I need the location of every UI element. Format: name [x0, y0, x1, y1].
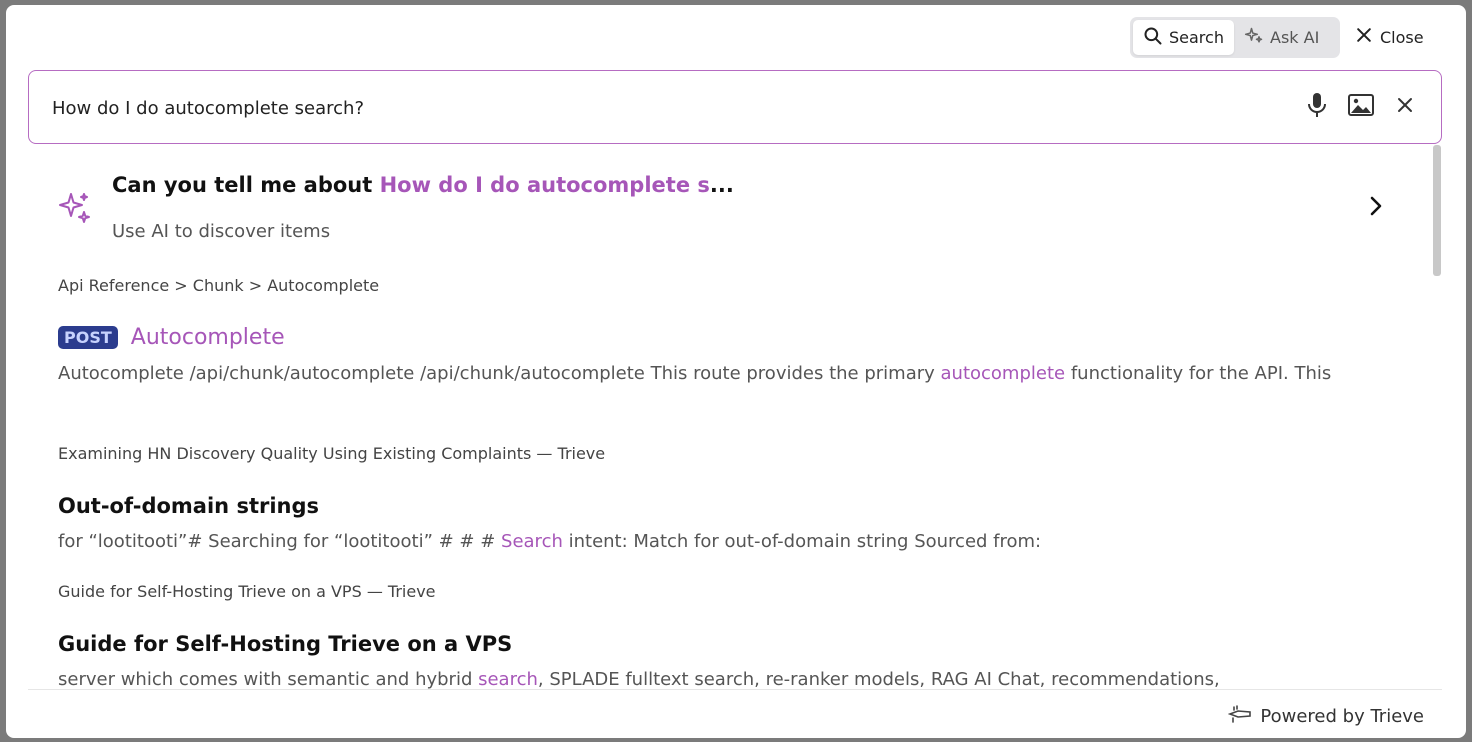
search-box — [28, 70, 1442, 144]
ask-ai-suggestion[interactable]: Can you tell me about How do I do autoco… — [28, 145, 1418, 265]
ask-ai-subtitle: Use AI to discover items — [112, 221, 331, 242]
result-title[interactable]: POST Autocomplete — [58, 325, 285, 350]
sparkles-icon — [58, 191, 92, 229]
ask-ai-prefix: Can you tell me about — [112, 173, 380, 197]
close-label: Close — [1380, 27, 1424, 47]
image-icon — [1348, 94, 1374, 120]
trieve-logo-icon — [1228, 704, 1252, 729]
result-snippet: Autocomplete /api/chunk/autocomplete /ap… — [58, 359, 1358, 389]
mode-toggle: Search Ask AI — [1130, 17, 1340, 58]
clear-search-button[interactable] — [1391, 93, 1419, 121]
search-modal: Search Ask AI Close How do I do autocomp… — [6, 5, 1466, 738]
result-title-text: Autocomplete — [130, 325, 285, 350]
snippet-text: functionality for the API. This — [1065, 363, 1332, 384]
chevron-right-icon — [1368, 195, 1384, 221]
results-list: Can you tell me about How do I do autoco… — [28, 145, 1442, 690]
microphone-icon — [1306, 92, 1328, 122]
result-title[interactable]: Out-of-domain strings — [58, 494, 319, 518]
search-actions — [1303, 93, 1419, 121]
ask-ai-query: How do I do autocomplete s — [379, 173, 710, 197]
close-button[interactable]: Close — [1354, 23, 1424, 51]
search-icon — [1143, 26, 1163, 50]
ask-ai-title: Can you tell me about How do I do autoco… — [112, 173, 734, 197]
ask-ai-ellipsis: ... — [709, 173, 734, 197]
powered-by-label: Powered by Trieve — [1260, 706, 1424, 727]
close-icon — [1354, 25, 1374, 49]
ask-ai-mode-label: Ask AI — [1270, 28, 1320, 47]
search-mode-label: Search — [1169, 28, 1224, 47]
method-badge: POST — [58, 326, 118, 349]
result-breadcrumb: Guide for Self-Hosting Trieve on a VPS —… — [58, 582, 436, 601]
snippet-text: Autocomplete /api/chunk/autocomplete /ap… — [58, 363, 941, 384]
sparkles-icon — [1244, 26, 1264, 50]
snippet-highlight: Search — [501, 531, 563, 552]
snippet-text: , SPLADE fulltext search, re-ranker mode… — [537, 669, 1220, 690]
powered-by-link[interactable]: Powered by Trieve — [1228, 704, 1424, 729]
result-title-text: Guide for Self-Hosting Trieve on a VPS — [58, 632, 513, 656]
result-title[interactable]: Guide for Self-Hosting Trieve on a VPS — [58, 632, 512, 656]
result-title-text: Out-of-domain strings — [58, 494, 320, 518]
search-mode-button[interactable]: Search — [1133, 20, 1234, 55]
close-icon — [1396, 96, 1414, 118]
footer-divider — [28, 689, 1442, 690]
result-breadcrumb: Api Reference > Chunk > Autocomplete — [58, 276, 380, 295]
snippet-highlight: search — [478, 669, 538, 690]
snippet-text: for “lootitooti”# Searching for “lootito… — [58, 531, 502, 552]
snippet-text: server which comes with semantic and hyb… — [58, 669, 479, 690]
search-input[interactable] — [52, 93, 1282, 123]
snippet-text: intent: Match for out-of-domain string S… — [562, 531, 1042, 552]
results-scrollbar[interactable] — [1433, 145, 1441, 276]
microphone-button[interactable] — [1303, 93, 1331, 121]
result-snippet: server which comes with semantic and hyb… — [58, 665, 1358, 690]
result-breadcrumb: Examining HN Discovery Quality Using Exi… — [58, 444, 606, 463]
result-snippet: for “lootitooti”# Searching for “lootito… — [58, 527, 1358, 557]
snippet-highlight: autocomplete — [940, 363, 1066, 384]
image-search-button[interactable] — [1347, 93, 1375, 121]
ask-ai-mode-button[interactable]: Ask AI — [1234, 20, 1329, 55]
